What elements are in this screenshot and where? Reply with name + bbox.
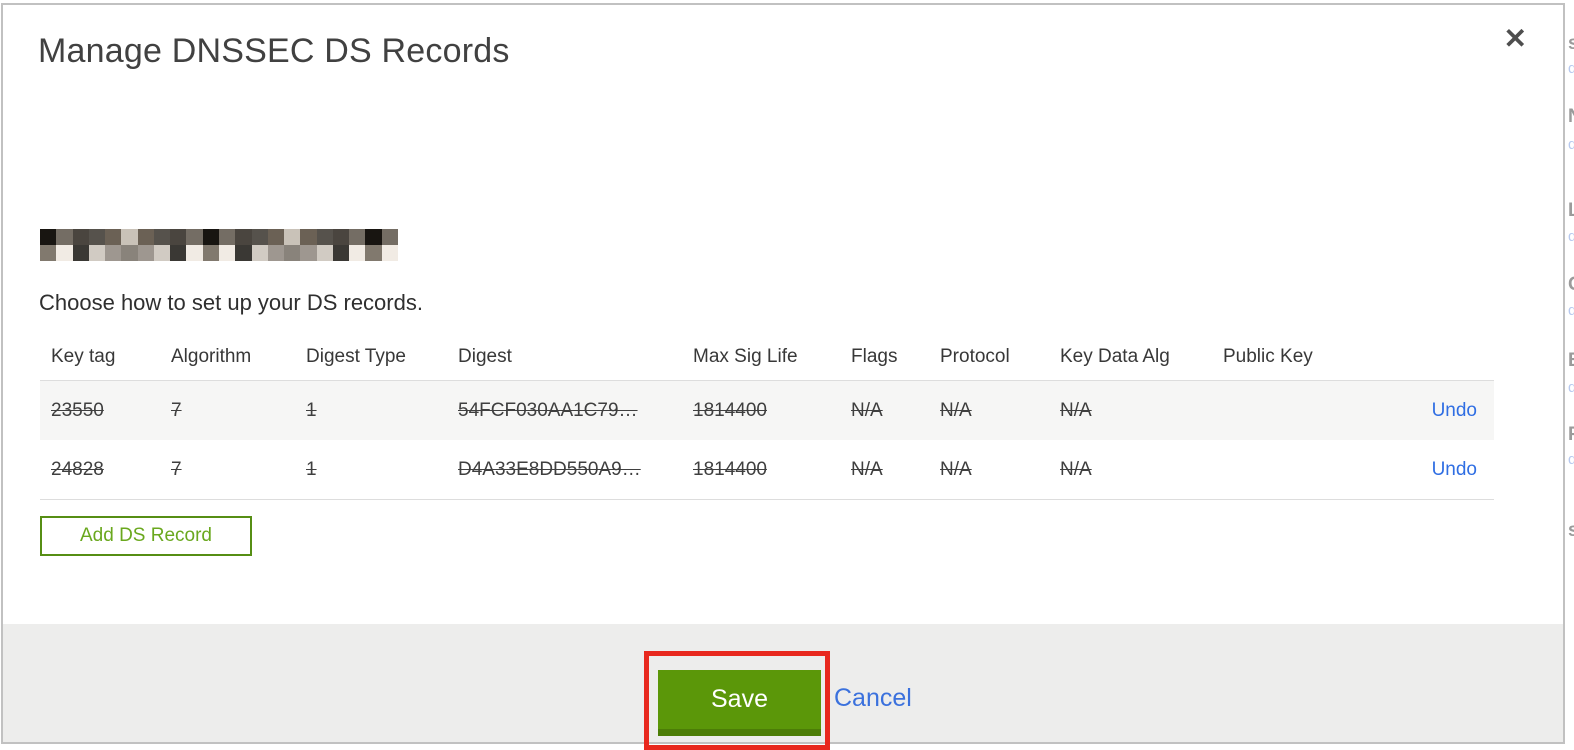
cell-key-data-alg: N/A bbox=[1060, 399, 1092, 421]
subtitle-text: Choose how to set up your DS records. bbox=[39, 290, 423, 315]
background-text-fragment: N bbox=[1568, 106, 1574, 128]
background-text-fragment: C bbox=[1568, 274, 1574, 296]
modal-footer: Save Cancel bbox=[3, 624, 1563, 750]
save-button[interactable]: Save bbox=[658, 670, 821, 736]
table-row: 24828 7 1 D4A33E8DD550A9… 1814400 N/A N/… bbox=[40, 440, 1494, 500]
cell-algorithm: 7 bbox=[171, 458, 182, 480]
col-header-digest-type: Digest Type bbox=[306, 345, 406, 367]
cell-digest: D4A33E8DD550A9… bbox=[458, 458, 641, 480]
table-row: 23550 7 1 54FCF030AA1C79… 1814400 N/A N/… bbox=[40, 380, 1494, 440]
close-icon[interactable]: ✕ bbox=[1504, 25, 1527, 53]
col-header-key-data-alg: Key Data Alg bbox=[1060, 345, 1170, 367]
cell-key-tag: 24828 bbox=[51, 458, 104, 480]
cell-max-sig-life: 1814400 bbox=[693, 458, 767, 480]
cell-protocol: N/A bbox=[940, 458, 972, 480]
background-text-fragment: s bbox=[1568, 520, 1574, 541]
ds-records-table: Key tag Algorithm Digest Type Digest Max… bbox=[40, 329, 1494, 500]
cell-flags: N/A bbox=[851, 399, 883, 421]
col-header-key-tag: Key tag bbox=[51, 345, 116, 367]
col-header-flags: Flags bbox=[851, 345, 898, 367]
redacted-domain-name bbox=[40, 229, 398, 261]
cell-flags: N/A bbox=[851, 458, 883, 480]
background-text-fragment: d bbox=[1568, 60, 1574, 77]
background-text-fragment: L bbox=[1568, 200, 1574, 221]
background-text-fragment: s bbox=[1568, 33, 1574, 54]
cell-protocol: N/A bbox=[940, 399, 972, 421]
background-text-fragment: d bbox=[1568, 228, 1574, 245]
add-ds-record-button[interactable]: Add DS Record bbox=[40, 516, 252, 556]
cell-digest: 54FCF030AA1C79… bbox=[458, 399, 638, 421]
col-header-digest: Digest bbox=[458, 345, 512, 367]
col-header-algorithm: Algorithm bbox=[171, 345, 252, 367]
background-page-sliver: sdNdLdCdEdPds bbox=[1567, 0, 1574, 746]
cell-max-sig-life: 1814400 bbox=[693, 399, 767, 421]
dnssec-modal: Manage DNSSEC DS Records ✕ Choose how to… bbox=[1, 3, 1565, 750]
col-header-protocol: Protocol bbox=[940, 345, 1010, 367]
undo-link[interactable]: Undo bbox=[1432, 400, 1477, 421]
cancel-link[interactable]: Cancel bbox=[834, 684, 912, 713]
background-text-fragment: d bbox=[1568, 302, 1574, 319]
cell-key-data-alg: N/A bbox=[1060, 458, 1092, 480]
col-header-max-sig-life: Max Sig Life bbox=[693, 345, 798, 367]
cell-digest-type: 1 bbox=[306, 458, 317, 480]
background-text-fragment: d bbox=[1568, 379, 1574, 396]
background-text-fragment: E bbox=[1568, 350, 1574, 372]
table-header-row: Key tag Algorithm Digest Type Digest Max… bbox=[40, 329, 1494, 380]
background-text-fragment: d bbox=[1568, 136, 1574, 153]
cell-digest-type: 1 bbox=[306, 399, 317, 421]
page-title: Manage DNSSEC DS Records bbox=[38, 32, 510, 70]
col-header-public-key: Public Key bbox=[1223, 345, 1313, 367]
cell-algorithm: 7 bbox=[171, 399, 182, 421]
cell-key-tag: 23550 bbox=[51, 399, 104, 421]
background-text-fragment: P bbox=[1568, 424, 1574, 446]
undo-link[interactable]: Undo bbox=[1432, 459, 1477, 480]
background-text-fragment: d bbox=[1568, 451, 1574, 468]
